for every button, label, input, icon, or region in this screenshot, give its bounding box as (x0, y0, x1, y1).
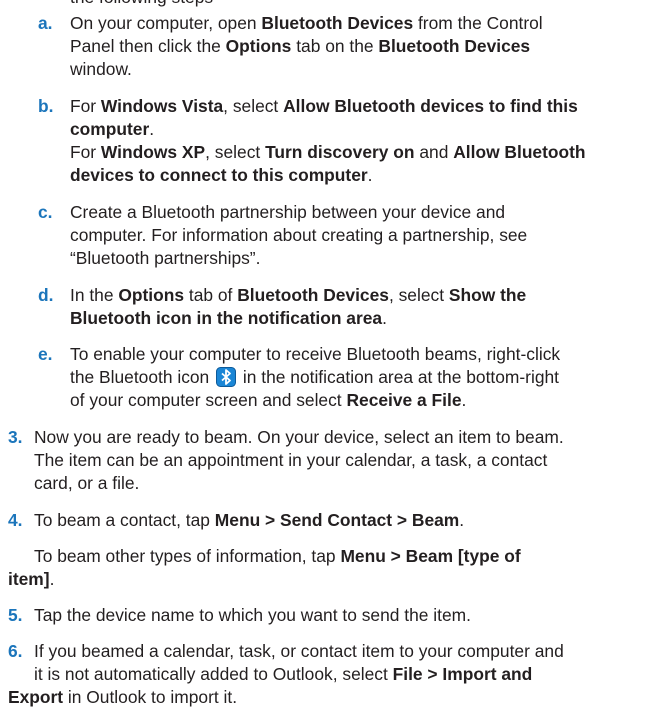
step-3-label: 3. (8, 427, 23, 447)
step-b-text: For Windows Vista, select Allow Bluetoot… (70, 96, 586, 185)
step-5-text: Tap the device name to which you want to… (34, 605, 471, 625)
step-d-label: d. (38, 285, 54, 305)
bluetooth-icon (216, 367, 237, 387)
step-3-text: Now you are ready to beam. On your devic… (34, 427, 564, 493)
step-a-text: On your computer, open Bluetooth Devices… (70, 13, 543, 79)
step-c-text: Create a Bluetooth partnership between y… (70, 202, 528, 268)
step-d-text: In the Options tab of Bluetooth Devices,… (70, 285, 527, 328)
step-6-text: If you beamed a calendar, task, or conta… (34, 641, 564, 684)
step-c-label: c. (38, 202, 53, 222)
document-page: the following steps a. On your computer,… (0, 0, 649, 707)
step-6-continued: Export in Outlook to import it. (8, 687, 238, 707)
step-b-label: b. (38, 96, 54, 116)
step-a-label: a. (38, 13, 53, 33)
step-4-label: 4. (8, 510, 23, 530)
step-6-label: 6. (8, 641, 23, 661)
step-e-label: e. (38, 344, 53, 364)
step-4-text: To beam a contact, tap Menu > Send Conta… (34, 510, 465, 530)
step-4-continued: To beam other types of information, tap … (8, 546, 521, 589)
step-5-label: 5. (8, 605, 23, 625)
step-e-text: To enable your computer to receive Bluet… (70, 344, 561, 410)
cropped-line: the following steps (70, 0, 640, 9)
